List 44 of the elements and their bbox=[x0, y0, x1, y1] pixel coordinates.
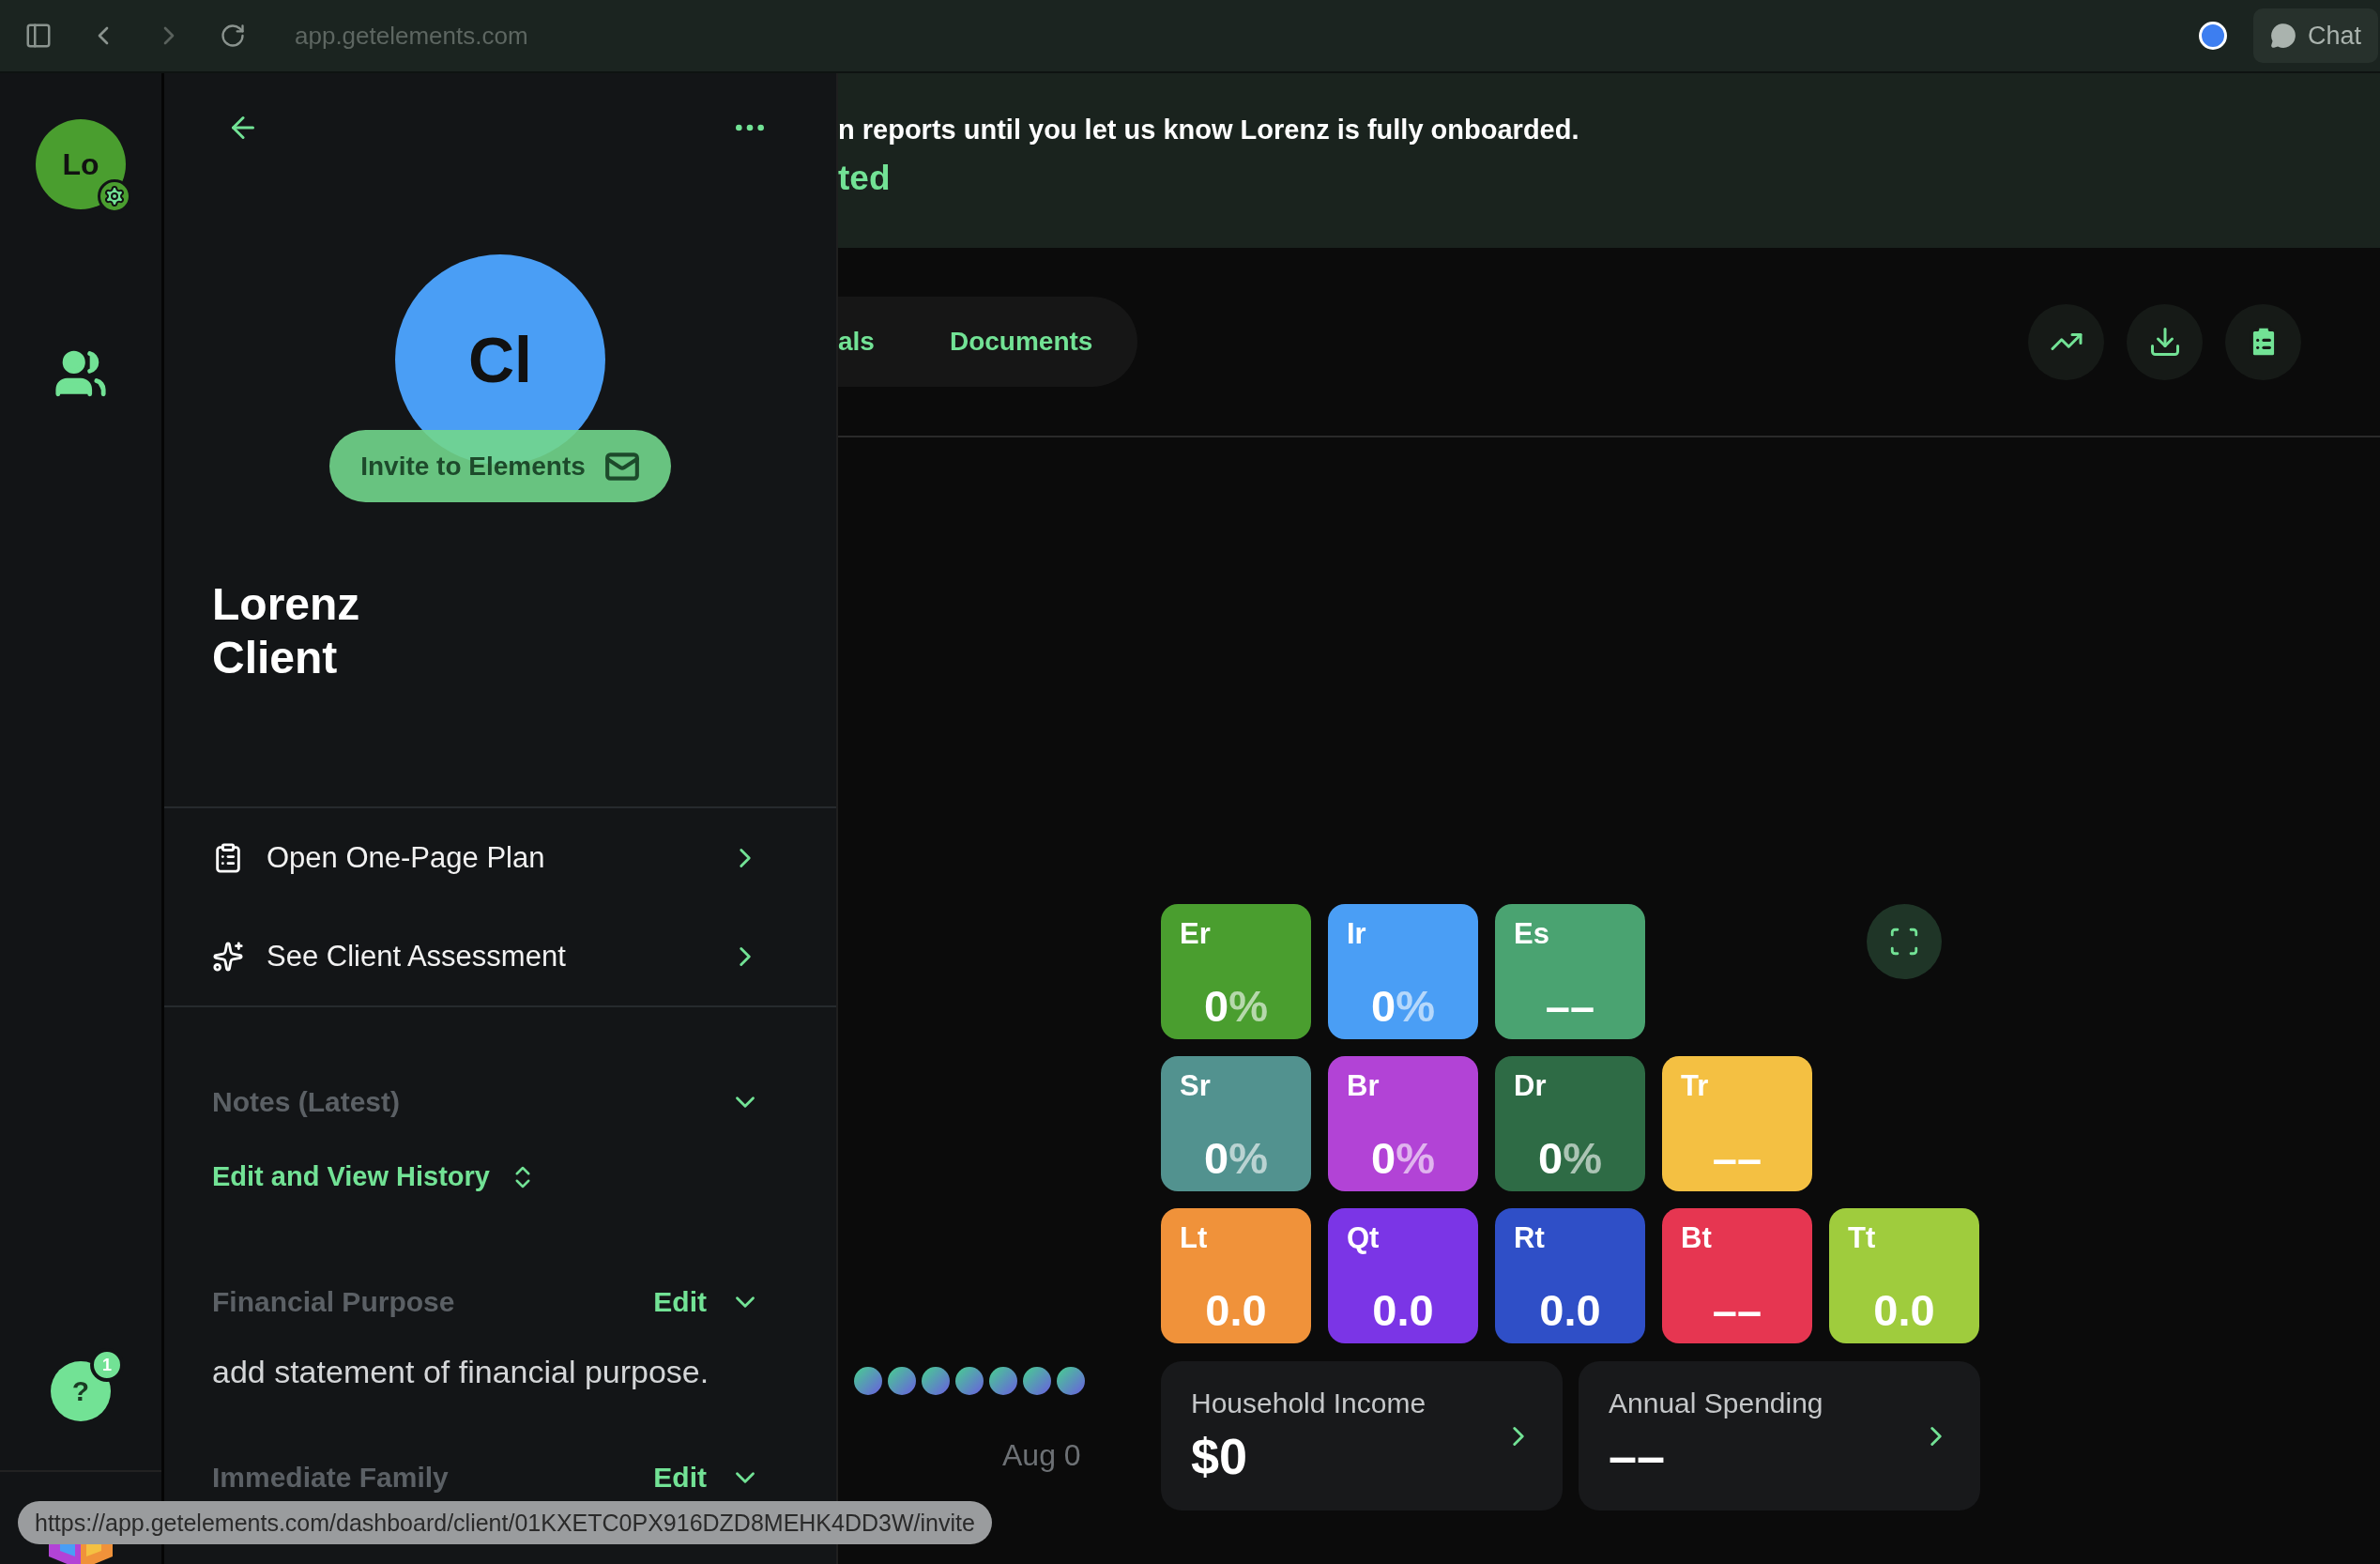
avatar-dot bbox=[888, 1367, 916, 1395]
summary-card[interactable]: Annual Spending –– bbox=[1579, 1361, 1980, 1510]
card-title: Household Income bbox=[1191, 1387, 1427, 1419]
card-value: –– bbox=[1609, 1426, 1667, 1485]
edit-link[interactable]: Edit bbox=[653, 1462, 707, 1494]
section-title: Notes (Latest) bbox=[212, 1086, 402, 1118]
summary-card[interactable]: Household Income $0 bbox=[1161, 1361, 1563, 1510]
element-tile[interactable]: Rt 0.0 bbox=[1495, 1208, 1645, 1343]
date-label: Aug 0 bbox=[1002, 1438, 1081, 1473]
avatar-dot bbox=[922, 1367, 950, 1395]
chat-button[interactable]: Chat bbox=[2252, 8, 2378, 63]
element-tile[interactable]: Br 0% bbox=[1328, 1056, 1478, 1191]
menu-item[interactable]: Open One-Page Plan bbox=[164, 808, 836, 907]
tab[interactable]: als bbox=[838, 327, 875, 357]
avatar-dot bbox=[955, 1367, 984, 1395]
element-tile[interactable]: Qt 0.0 bbox=[1328, 1208, 1478, 1343]
banner-link[interactable]: ted bbox=[838, 158, 2380, 198]
avatar-dot bbox=[1023, 1367, 1051, 1395]
sparkles-icon bbox=[212, 940, 244, 973]
element-tile[interactable]: Er 0% bbox=[1161, 904, 1311, 1039]
invite-button[interactable]: Invite to Elements bbox=[329, 430, 671, 502]
element-tile[interactable]: Sr 0% bbox=[1161, 1056, 1311, 1191]
menu-item[interactable]: See Client Assessment bbox=[164, 907, 836, 1005]
avatar-dot bbox=[989, 1367, 1017, 1395]
section-title: Financial Purpose bbox=[212, 1286, 456, 1318]
client-name: Lorenz Client bbox=[212, 578, 360, 684]
card-title: Annual Spending bbox=[1609, 1387, 1824, 1419]
element-tile[interactable]: Dr 0% bbox=[1495, 1056, 1645, 1191]
history-link[interactable]: Edit and View History bbox=[212, 1161, 761, 1192]
chat-bubble-icon bbox=[2269, 23, 2296, 49]
avatar-dot bbox=[854, 1367, 882, 1395]
section-text: add statement of financial purpose. bbox=[212, 1354, 710, 1390]
tab[interactable]: Documents bbox=[949, 327, 1093, 357]
card-value: $0 bbox=[1191, 1426, 1249, 1485]
link-preview-tooltip: https://app.getelements.com/dashboard/client/01KXETC0PX916DZD8MEHK4DD3W/invite bbox=[18, 1501, 992, 1544]
password-manager-icon[interactable] bbox=[2198, 22, 2227, 50]
section-title: Immediate Family bbox=[212, 1462, 450, 1494]
expand-icon bbox=[1888, 926, 1920, 958]
avatar-dot bbox=[1057, 1367, 1085, 1395]
element-tile[interactable]: Bt –– bbox=[1662, 1208, 1812, 1343]
reload-icon[interactable] bbox=[220, 23, 246, 49]
edit-link[interactable]: Edit bbox=[653, 1286, 707, 1318]
banner-message: n reports until you let us know Lorenz is fully onboarded. bbox=[838, 114, 1580, 146]
sidebar-toggle-icon[interactable] bbox=[24, 22, 53, 50]
